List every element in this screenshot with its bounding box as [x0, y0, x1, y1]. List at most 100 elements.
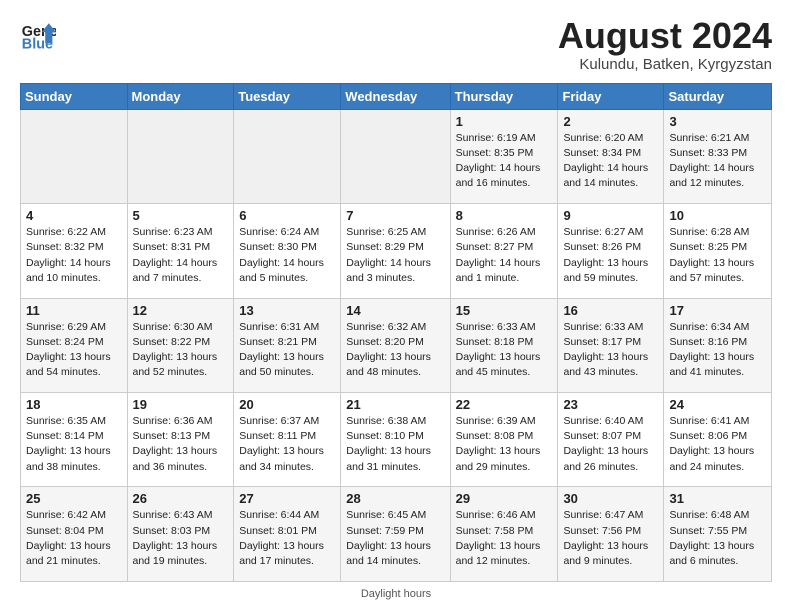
day-cell: 4 Sunrise: 6:22 AMSunset: 8:32 PMDaylight…: [21, 204, 128, 298]
day-number: 20: [239, 397, 335, 412]
day-detail: Sunrise: 6:39 AMSunset: 8:08 PMDaylight:…: [456, 414, 553, 475]
day-detail: Sunrise: 6:37 AMSunset: 8:11 PMDaylight:…: [239, 414, 335, 475]
day-detail: Sunrise: 6:46 AMSunset: 7:58 PMDaylight:…: [456, 508, 553, 569]
col-monday: Monday: [127, 83, 234, 109]
day-number: 3: [669, 114, 766, 129]
day-detail: Sunrise: 6:32 AMSunset: 8:20 PMDaylight:…: [346, 320, 444, 381]
day-detail: Sunrise: 6:35 AMSunset: 8:14 PMDaylight:…: [26, 414, 122, 475]
day-number: 30: [563, 491, 658, 506]
day-cell: [21, 109, 128, 203]
day-cell: 22Sunrise: 6:39 AMSunset: 8:08 PMDayligh…: [450, 393, 558, 487]
day-detail: Sunrise: 6:20 AMSunset: 8:34 PMDaylight:…: [563, 131, 658, 192]
day-number: 24: [669, 397, 766, 412]
day-number: 23: [563, 397, 658, 412]
day-number: 28: [346, 491, 444, 506]
day-cell: 31 Sunrise: 6:48 AMSunset: 7:55 PMDayligh…: [664, 487, 772, 582]
day-cell: 9Sunrise: 6:27 AMSunset: 8:26 PMDaylight…: [558, 204, 664, 298]
day-number: 4: [26, 208, 122, 223]
day-cell: 7 Sunrise: 6:25 AMSunset: 8:29 PMDaylight…: [341, 204, 450, 298]
day-detail: Sunrise: 6:26 AMSunset: 8:27 PMDaylight:…: [456, 225, 553, 286]
col-tuesday: Tuesday: [234, 83, 341, 109]
day-cell: 10Sunrise: 6:28 AMSunset: 8:25 PMDayligh…: [664, 204, 772, 298]
day-detail: Sunrise: 6:21 AMSunset: 8:33 PMDaylight:…: [669, 131, 766, 192]
day-cell: 26 Sunrise: 6:43 AMSunset: 8:03 PMDayligh…: [127, 487, 234, 582]
day-cell: 3 Sunrise: 6:21 AMSunset: 8:33 PMDaylight…: [664, 109, 772, 203]
day-detail: Sunrise: 6:24 AMSunset: 8:30 PMDaylight:…: [239, 225, 335, 286]
page: General Blue August 2024 Kulundu, Batken…: [0, 0, 792, 612]
day-number: 1: [456, 114, 553, 129]
day-detail: Sunrise: 6:30 AMSunset: 8:22 PMDaylight:…: [133, 320, 229, 381]
day-number: 29: [456, 491, 553, 506]
day-detail: Sunrise: 6:34 AMSunset: 8:16 PMDaylight:…: [669, 320, 766, 381]
day-cell: 16 Sunrise: 6:33 AMSunset: 8:17 PMDayligh…: [558, 298, 664, 392]
day-cell: 23 Sunrise: 6:40 AMSunset: 8:07 PMDayligh…: [558, 393, 664, 487]
day-detail: Sunrise: 6:44 AMSunset: 8:01 PMDaylight:…: [239, 508, 335, 569]
col-saturday: Saturday: [664, 83, 772, 109]
day-number: 5: [133, 208, 229, 223]
day-cell: 20 Sunrise: 6:37 AMSunset: 8:11 PMDayligh…: [234, 393, 341, 487]
title-block: August 2024 Kulundu, Batken, Kyrgyzstan: [558, 16, 772, 73]
day-cell: 30Sunrise: 6:47 AMSunset: 7:56 PMDayligh…: [558, 487, 664, 582]
day-number: 6: [239, 208, 335, 223]
day-detail: Sunrise: 6:41 AMSunset: 8:06 PMDaylight:…: [669, 414, 766, 475]
day-detail: Sunrise: 6:22 AMSunset: 8:32 PMDaylight:…: [26, 225, 122, 286]
day-number: 13: [239, 303, 335, 318]
day-cell: 19 Sunrise: 6:36 AMSunset: 8:13 PMDayligh…: [127, 393, 234, 487]
day-cell: 5Sunrise: 6:23 AMSunset: 8:31 PMDaylight…: [127, 204, 234, 298]
col-thursday: Thursday: [450, 83, 558, 109]
day-number: 27: [239, 491, 335, 506]
day-cell: 17Sunrise: 6:34 AMSunset: 8:16 PMDayligh…: [664, 298, 772, 392]
day-number: 25: [26, 491, 122, 506]
day-detail: Sunrise: 6:31 AMSunset: 8:21 PMDaylight:…: [239, 320, 335, 381]
logo-icon: General Blue: [20, 16, 56, 52]
day-detail: Sunrise: 6:48 AMSunset: 7:55 PMDaylight:…: [669, 508, 766, 569]
day-cell: 25 Sunrise: 6:42 AMSunset: 8:04 PMDayligh…: [21, 487, 128, 582]
day-number: 7: [346, 208, 444, 223]
day-number: 31: [669, 491, 766, 506]
day-number: 26: [133, 491, 229, 506]
day-detail: Sunrise: 6:33 AMSunset: 8:17 PMDaylight:…: [563, 320, 658, 381]
day-number: 12: [133, 303, 229, 318]
day-detail: Sunrise: 6:19 AMSunset: 8:35 PMDaylight:…: [456, 131, 553, 192]
day-cell: [234, 109, 341, 203]
day-cell: 2 Sunrise: 6:20 AMSunset: 8:34 PMDaylight…: [558, 109, 664, 203]
day-cell: 6 Sunrise: 6:24 AMSunset: 8:30 PMDaylight…: [234, 204, 341, 298]
day-number: 2: [563, 114, 658, 129]
week-row-0: 1 Sunrise: 6:19 AMSunset: 8:35 PMDaylight…: [21, 109, 772, 203]
day-cell: 29 Sunrise: 6:46 AMSunset: 7:58 PMDayligh…: [450, 487, 558, 582]
week-row-4: 25 Sunrise: 6:42 AMSunset: 8:04 PMDayligh…: [21, 487, 772, 582]
week-row-3: 18 Sunrise: 6:35 AMSunset: 8:14 PMDayligh…: [21, 393, 772, 487]
logo: General Blue: [20, 16, 56, 52]
day-number: 16: [563, 303, 658, 318]
calendar-table: Sunday Monday Tuesday Wednesday Thursday…: [20, 83, 772, 582]
day-cell: 15 Sunrise: 6:33 AMSunset: 8:18 PMDayligh…: [450, 298, 558, 392]
day-cell: 28Sunrise: 6:45 AMSunset: 7:59 PMDayligh…: [341, 487, 450, 582]
day-detail: Sunrise: 6:25 AMSunset: 8:29 PMDaylight:…: [346, 225, 444, 286]
day-detail: Sunrise: 6:40 AMSunset: 8:07 PMDaylight:…: [563, 414, 658, 475]
day-cell: 8Sunrise: 6:26 AMSunset: 8:27 PMDaylight…: [450, 204, 558, 298]
day-detail: Sunrise: 6:29 AMSunset: 8:24 PMDaylight:…: [26, 320, 122, 381]
day-number: 21: [346, 397, 444, 412]
day-cell: 1 Sunrise: 6:19 AMSunset: 8:35 PMDaylight…: [450, 109, 558, 203]
day-detail: Sunrise: 6:43 AMSunset: 8:03 PMDaylight:…: [133, 508, 229, 569]
day-detail: Sunrise: 6:28 AMSunset: 8:25 PMDaylight:…: [669, 225, 766, 286]
month-title: August 2024: [558, 16, 772, 56]
day-cell: 12 Sunrise: 6:30 AMSunset: 8:22 PMDayligh…: [127, 298, 234, 392]
day-number: 11: [26, 303, 122, 318]
day-cell: 27 Sunrise: 6:44 AMSunset: 8:01 PMDayligh…: [234, 487, 341, 582]
day-cell: 13 Sunrise: 6:31 AMSunset: 8:21 PMDayligh…: [234, 298, 341, 392]
day-number: 15: [456, 303, 553, 318]
week-row-2: 11 Sunrise: 6:29 AMSunset: 8:24 PMDayligh…: [21, 298, 772, 392]
week-row-1: 4 Sunrise: 6:22 AMSunset: 8:32 PMDaylight…: [21, 204, 772, 298]
day-detail: Sunrise: 6:33 AMSunset: 8:18 PMDaylight:…: [456, 320, 553, 381]
day-cell: 14Sunrise: 6:32 AMSunset: 8:20 PMDayligh…: [341, 298, 450, 392]
col-sunday: Sunday: [21, 83, 128, 109]
day-cell: [341, 109, 450, 203]
day-number: 19: [133, 397, 229, 412]
day-detail: Sunrise: 6:42 AMSunset: 8:04 PMDaylight:…: [26, 508, 122, 569]
day-detail: Sunrise: 6:36 AMSunset: 8:13 PMDaylight:…: [133, 414, 229, 475]
day-number: 18: [26, 397, 122, 412]
day-detail: Sunrise: 6:27 AMSunset: 8:26 PMDaylight:…: [563, 225, 658, 286]
header-row: Sunday Monday Tuesday Wednesday Thursday…: [21, 83, 772, 109]
col-wednesday: Wednesday: [341, 83, 450, 109]
